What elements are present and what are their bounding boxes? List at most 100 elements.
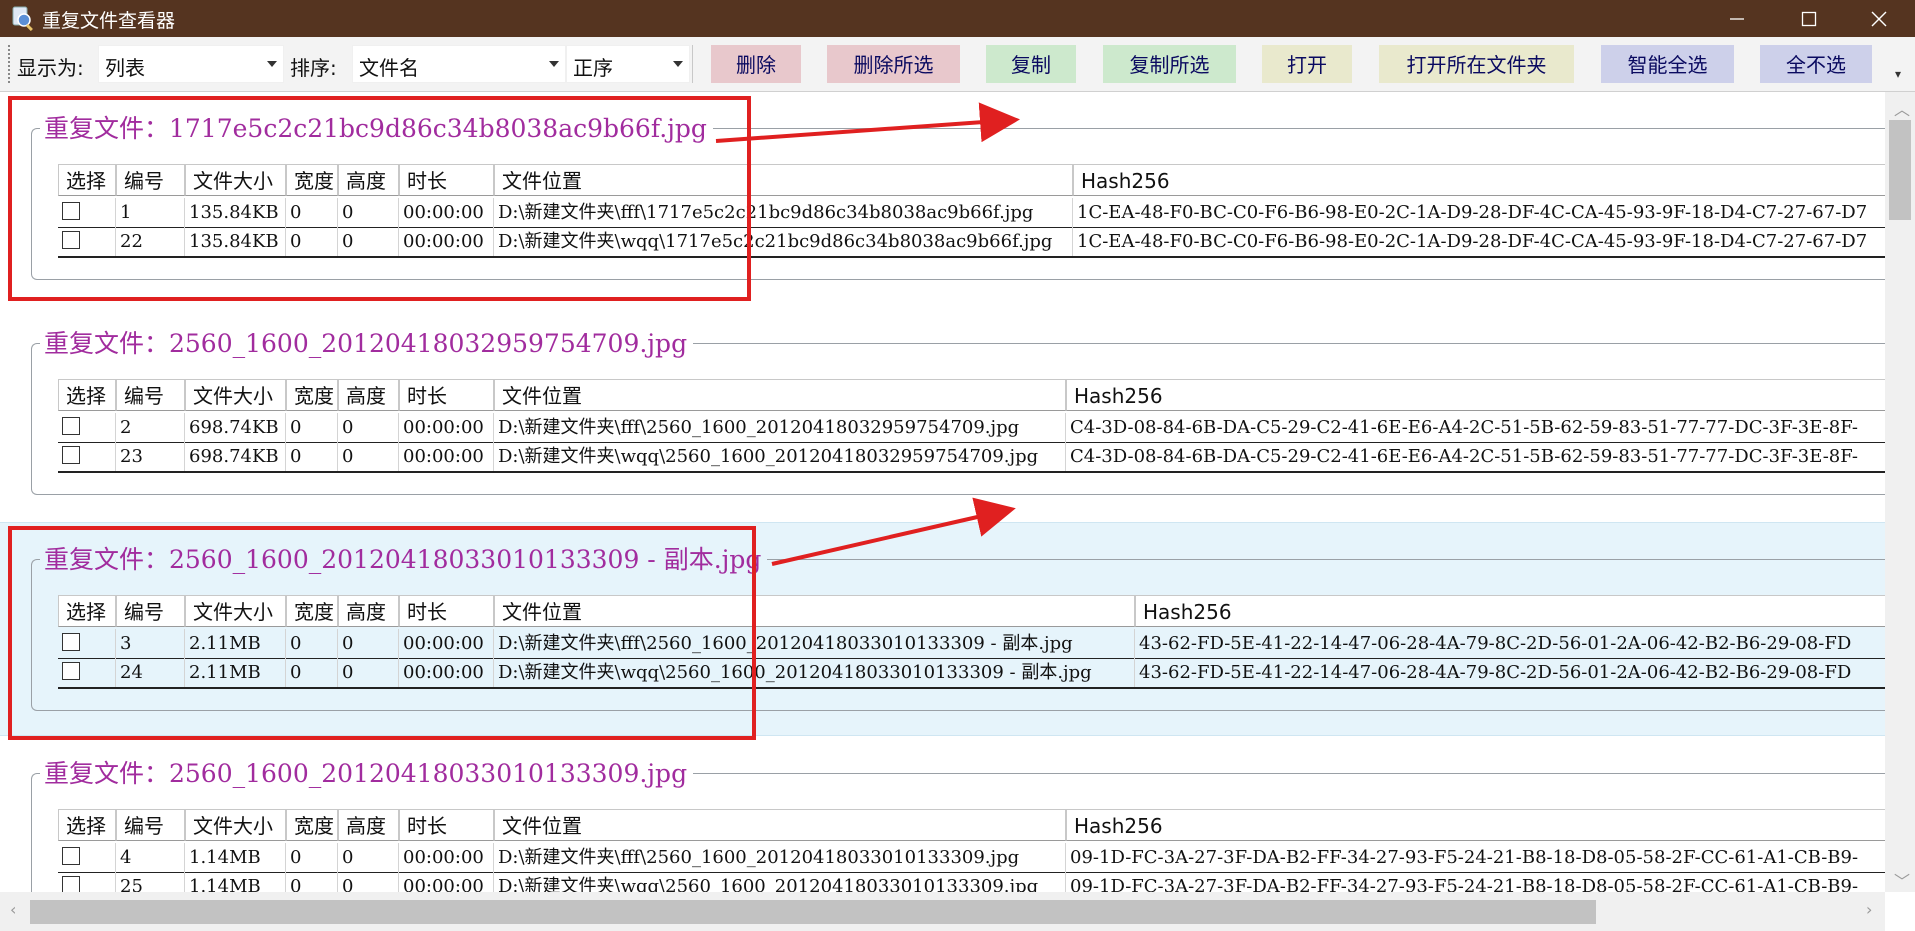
hash-cell: 1C-EA-48-F0-BC-C0-F6-B6-98-E0-2C-1A-D9-2… [1073, 198, 1885, 227]
close-icon [1871, 11, 1887, 27]
file-path-cell: D:\新建文件夹\wqq\2560_1600_20120418032959754… [494, 442, 1066, 471]
horizontal-scroll-thumb[interactable] [30, 900, 1596, 924]
header-height[interactable]: 高度 [338, 379, 399, 411]
display-mode-select[interactable]: 列表 [98, 45, 284, 83]
hash-cell: C4-3D-08-84-6B-DA-C5-29-C2-41-6E-E6-A4-2… [1066, 413, 1885, 442]
delete-selected-button[interactable]: 删除所选 [827, 45, 960, 83]
table-row[interactable]: 23 698.74KB 0 0 00:00:00 D:\新建文件夹\wqq\2560_16… [58, 442, 1885, 473]
table-row[interactable]: 2 698.74KB 0 0 00:00:00 D:\新建文件夹\fff\2560_160… [58, 413, 1885, 443]
file-size-cell: 698.74KB [185, 413, 286, 442]
file-size-cell: 1.14MB [185, 872, 286, 892]
width-cell: 0 [286, 442, 338, 471]
minimize-button[interactable] [1706, 0, 1770, 37]
app-icon [10, 5, 36, 32]
hash-cell: C4-3D-08-84-6B-DA-C5-29-C2-41-6E-E6-A4-2… [1066, 442, 1885, 471]
row-checkbox[interactable] [62, 446, 80, 464]
toolbar-separator [692, 45, 695, 83]
sort-field-value: 文件名 [359, 56, 419, 80]
select-cell [58, 872, 116, 892]
select-cell [58, 843, 116, 872]
toolbar-grip[interactable] [8, 45, 13, 83]
sort-label: 排序: [290, 56, 337, 80]
delete-button[interactable]: 删除 [711, 45, 801, 83]
copy-button[interactable]: 复制 [986, 45, 1076, 83]
chevron-down-icon [673, 61, 683, 67]
file-size-cell: 698.74KB [185, 442, 286, 471]
duration-cell: 00:00:00 [399, 413, 494, 442]
display-label: 显示为: [17, 56, 84, 80]
vertical-scroll-thumb[interactable] [1889, 120, 1911, 220]
select-cell [58, 442, 116, 471]
open-folder-button[interactable]: 打开所在文件夹 [1379, 45, 1574, 83]
toolbar: 显示为: 列表 排序: 文件名 正序 删除 删除所选 复制 复制所选 打开 打开… [0, 37, 1915, 92]
horizontal-scrollbar[interactable]: ‹ › [0, 892, 1885, 931]
sort-order-select[interactable]: 正序 [566, 45, 690, 83]
header-hash[interactable]: Hash256 [1066, 809, 1885, 841]
scroll-down-icon[interactable]: ﹀ [1894, 868, 1910, 892]
header-hash[interactable]: Hash256 [1066, 379, 1885, 411]
hash-cell: 43-62-FD-5E-41-22-14-47-06-28-4A-79-8C-2… [1135, 629, 1885, 658]
header-duration[interactable]: 时长 [399, 379, 494, 411]
maximize-button[interactable] [1778, 0, 1842, 37]
header-duration[interactable]: 时长 [399, 809, 494, 841]
row-id-cell: 4 [116, 843, 185, 872]
scroll-left-icon[interactable]: ‹ [10, 900, 16, 919]
header-path[interactable]: 文件位置 [494, 809, 1066, 841]
file-path-cell: D:\新建文件夹\fff\2560_1600_20120418033010133… [494, 843, 1066, 872]
header-select[interactable]: 选择 [58, 379, 116, 411]
header-hash[interactable]: Hash256 [1073, 164, 1885, 196]
row-id-cell: 25 [116, 872, 185, 892]
height-cell: 0 [338, 843, 399, 872]
smart-select-all-button[interactable]: 智能全选 [1601, 45, 1734, 83]
hash-cell: 09-1D-FC-3A-27-3F-DA-B2-FF-34-27-93-F5-2… [1066, 843, 1885, 872]
header-path[interactable]: 文件位置 [494, 379, 1066, 411]
display-mode-value: 列表 [105, 56, 145, 80]
file-table: 选择 编号 文件大小 宽度 高度 时长 文件位置 Hash256 2 698.74KB 0 0 00:0… [58, 379, 1885, 473]
scroll-up-icon[interactable]: ︿ [1894, 96, 1910, 120]
header-id[interactable]: 编号 [116, 379, 185, 411]
chevron-down-icon [549, 61, 559, 67]
select-cell [58, 413, 116, 442]
width-cell: 0 [286, 843, 338, 872]
toolbar-overflow-icon[interactable]: ▾ [1895, 67, 1901, 81]
header-size[interactable]: 文件大小 [185, 809, 286, 841]
window-title: 重复文件查看器 [42, 10, 176, 32]
annotation-box [8, 526, 756, 740]
duplicate-group: 重复文件：2560_1600_20120418032959754709.jpg … [0, 307, 1885, 521]
header-width[interactable]: 宽度 [286, 379, 338, 411]
header-height[interactable]: 高度 [338, 809, 399, 841]
height-cell: 0 [338, 872, 399, 892]
header-width[interactable]: 宽度 [286, 809, 338, 841]
duplicate-group: 重复文件：2560_1600_20120418033010133309.jpg … [0, 737, 1885, 892]
height-cell: 0 [338, 442, 399, 471]
annotation-box [8, 96, 751, 301]
scroll-right-icon[interactable]: › [1866, 900, 1872, 919]
sort-field-select[interactable]: 文件名 [352, 45, 566, 83]
group-title: 重复文件：2560_1600_20120418032959754709.jpg [40, 324, 694, 360]
width-cell: 0 [286, 872, 338, 892]
vertical-scrollbar[interactable]: ︿ ﹀ [1885, 92, 1915, 892]
header-id[interactable]: 编号 [116, 809, 185, 841]
row-checkbox[interactable] [62, 847, 80, 865]
row-checkbox[interactable] [62, 417, 80, 435]
close-button[interactable] [1848, 0, 1912, 37]
header-size[interactable]: 文件大小 [185, 379, 286, 411]
row-id-cell: 23 [116, 442, 185, 471]
chevron-down-icon [267, 61, 277, 67]
minimize-icon [1730, 18, 1744, 20]
maximize-icon [1801, 11, 1817, 27]
copy-selected-button[interactable]: 复制所选 [1103, 45, 1236, 83]
select-none-button[interactable]: 全不选 [1760, 45, 1872, 83]
width-cell: 0 [286, 413, 338, 442]
header-hash[interactable]: Hash256 [1135, 595, 1885, 627]
table-row[interactable]: 4 1.14MB 0 0 00:00:00 D:\新建文件夹\fff\2560_1600_… [58, 843, 1885, 873]
file-size-cell: 1.14MB [185, 843, 286, 872]
hash-cell: 09-1D-FC-3A-27-3F-DA-B2-FF-34-27-93-F5-2… [1066, 872, 1885, 892]
height-cell: 0 [338, 413, 399, 442]
sort-order-value: 正序 [573, 56, 613, 80]
row-checkbox[interactable] [62, 876, 80, 892]
header-select[interactable]: 选择 [58, 809, 116, 841]
open-button[interactable]: 打开 [1262, 45, 1352, 83]
table-row[interactable]: 25 1.14MB 0 0 00:00:00 D:\新建文件夹\wqq\2560_1600… [58, 872, 1885, 892]
hash-cell: 1C-EA-48-F0-BC-C0-F6-B6-98-E0-2C-1A-D9-2… [1073, 227, 1885, 256]
